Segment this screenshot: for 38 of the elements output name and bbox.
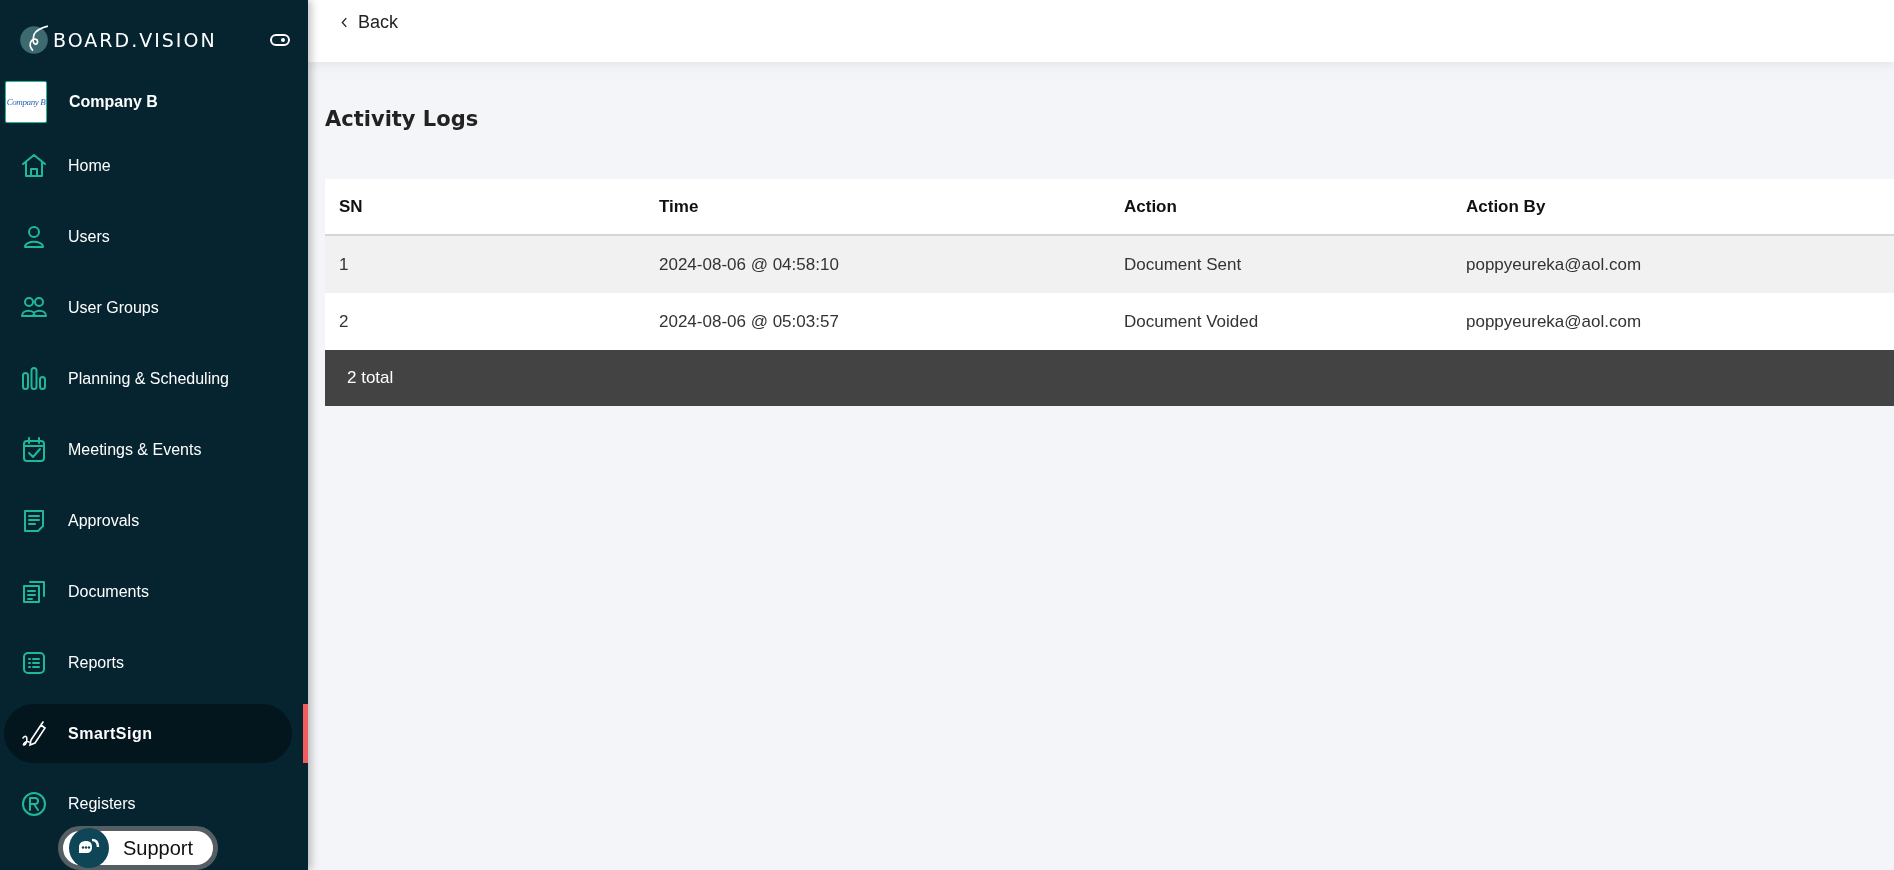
bar-chart-icon — [20, 364, 48, 393]
registered-icon — [20, 790, 48, 818]
pen-icon — [20, 719, 48, 748]
support-button[interactable]: Support — [58, 826, 218, 870]
table-cell-text: poppyeureka@aol.com — [1465, 311, 1643, 332]
logo-icon — [18, 24, 50, 56]
nav-item[interactable]: Reports — [4, 633, 292, 692]
nav-item[interactable]: User Groups — [4, 278, 292, 337]
active-indicator — [303, 704, 308, 763]
company-logo-text: Company B — [6, 97, 46, 107]
table-cell-text: 1 — [338, 254, 350, 275]
toggle-icon[interactable] — [270, 34, 290, 46]
total-count: 2 total — [347, 368, 394, 388]
table-cell-text: 2024-08-06 @ 05:03:57 — [658, 311, 840, 332]
nav-item[interactable]: Approvals — [4, 491, 292, 550]
company-name: Company B — [69, 93, 158, 111]
home-icon — [20, 151, 48, 180]
nav-item[interactable]: Documents — [4, 562, 292, 621]
table-cell-text: 2024-08-06 @ 04:58:10 — [658, 254, 840, 275]
column-header: Time — [658, 196, 700, 217]
column-header: Action — [1123, 196, 1178, 217]
column-header: SN — [338, 196, 364, 217]
chevron-left-icon — [341, 16, 348, 28]
nav-item[interactable]: Meetings & Events — [4, 420, 292, 479]
chat-icon — [69, 828, 109, 868]
back-link[interactable]: Back — [341, 11, 399, 33]
table-cell-text: poppyeureka@aol.com — [1465, 254, 1643, 275]
table-cell-text: 2 — [338, 311, 350, 332]
column-header: Action By — [1465, 196, 1547, 217]
table-cell-text: Document Voided — [1123, 311, 1260, 332]
calendar-icon — [20, 435, 48, 464]
page-title: Activity Logs — [325, 107, 480, 131]
nav-item[interactable]: Home — [4, 136, 292, 195]
nav-item[interactable]: Users — [4, 207, 292, 266]
table-cell-text: Document Sent — [1123, 254, 1243, 275]
brand-name: BOARD.VISION — [53, 29, 217, 51]
nav-item[interactable]: Planning & Scheduling — [4, 349, 292, 408]
nav-item[interactable]: Registers — [4, 784, 292, 824]
